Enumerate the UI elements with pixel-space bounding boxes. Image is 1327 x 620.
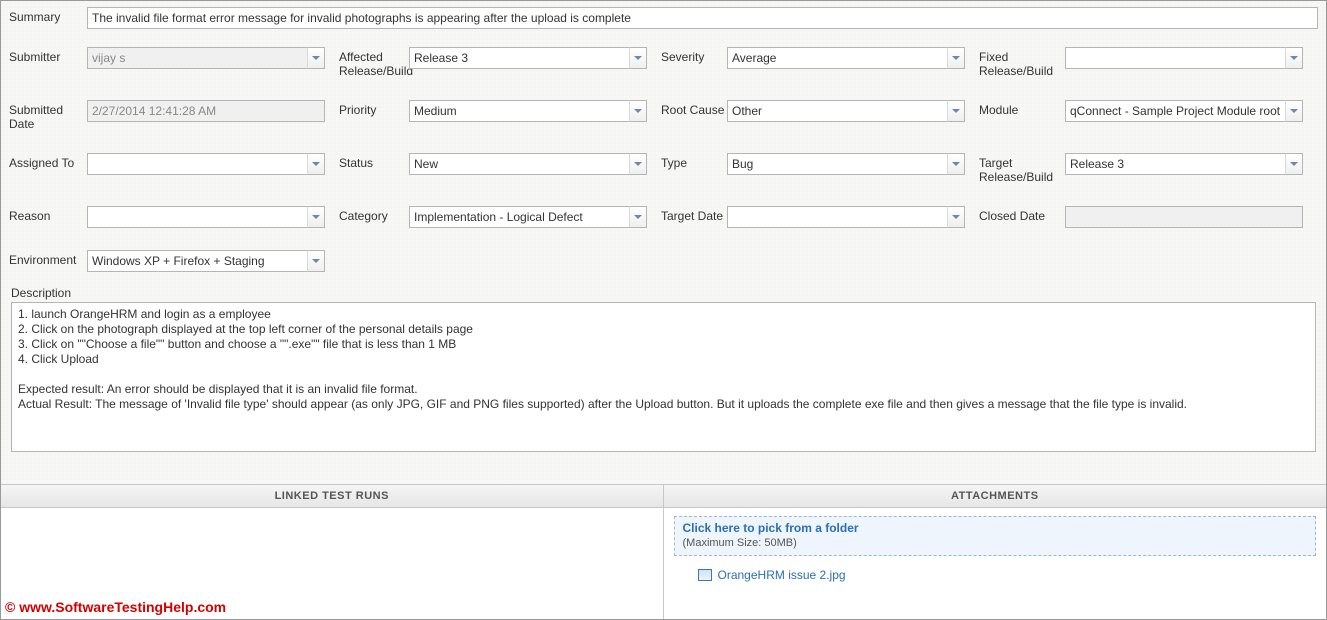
label-reason: Reason — [9, 206, 87, 223]
target-release-dropdown-button[interactable] — [1285, 153, 1303, 175]
label-status: Status — [325, 153, 409, 170]
chevron-down-icon — [312, 215, 320, 219]
target-date-input[interactable] — [727, 206, 947, 228]
attachment-link[interactable]: OrangeHRM issue 2.jpg — [718, 568, 846, 582]
fixed-release-dropdown-button[interactable] — [1285, 47, 1303, 69]
label-root-cause: Root Cause — [647, 100, 727, 117]
chevron-down-icon — [1290, 109, 1298, 113]
status-dropdown-button[interactable] — [629, 153, 647, 175]
chevron-down-icon — [1290, 56, 1298, 60]
label-category: Category — [325, 206, 409, 223]
root-cause-combo[interactable] — [727, 100, 947, 122]
chevron-down-icon — [634, 56, 642, 60]
priority-dropdown-button[interactable] — [629, 100, 647, 122]
closed-date-input — [1065, 206, 1303, 228]
chevron-down-icon — [312, 56, 320, 60]
label-description: Description — [9, 284, 1318, 302]
description-textarea[interactable]: 1. launch OrangeHRM and login as a emplo… — [11, 302, 1316, 452]
chevron-down-icon — [952, 162, 960, 166]
severity-dropdown-button[interactable] — [947, 47, 965, 69]
submitter-dropdown-button[interactable] — [307, 47, 325, 69]
label-environment: Environment — [9, 250, 87, 267]
label-module: Module — [965, 100, 1065, 117]
label-target-date: Target Date — [647, 206, 727, 223]
label-assigned-to: Assigned To — [9, 153, 87, 170]
reason-combo[interactable] — [87, 206, 307, 228]
category-combo[interactable] — [409, 206, 629, 228]
label-severity: Severity — [647, 47, 727, 64]
attachments-panel: ATTACHMENTS Click here to pick from a fo… — [664, 485, 1327, 619]
label-type: Type — [647, 153, 727, 170]
chevron-down-icon — [312, 162, 320, 166]
chevron-down-icon — [634, 215, 642, 219]
chevron-down-icon — [1290, 162, 1298, 166]
label-summary: Summary — [9, 7, 87, 24]
linked-test-runs-panel: LINKED TEST RUNS — [1, 485, 664, 619]
label-closed-date: Closed Date — [965, 206, 1065, 223]
attachment-drop-zone[interactable]: Click here to pick from a folder (Maximu… — [674, 516, 1317, 556]
status-combo[interactable] — [409, 153, 629, 175]
root-cause-dropdown-button[interactable] — [947, 100, 965, 122]
max-size-note: (Maximum Size: 50MB) — [683, 537, 797, 549]
chevron-down-icon — [952, 109, 960, 113]
chevron-down-icon — [952, 215, 960, 219]
priority-combo[interactable] — [409, 100, 629, 122]
target-date-picker-button[interactable] — [947, 206, 965, 228]
label-submitter: Submitter — [9, 47, 87, 64]
environment-combo[interactable] — [87, 250, 307, 272]
summary-input[interactable] — [87, 7, 1318, 29]
label-affected-release: Affected Release/Build — [325, 47, 409, 78]
submitter-combo — [87, 47, 307, 69]
reason-dropdown-button[interactable] — [307, 206, 325, 228]
label-fixed-release: Fixed Release/Build — [965, 47, 1065, 78]
severity-combo[interactable] — [727, 47, 947, 69]
pick-from-folder-link[interactable]: Click here to pick from a folder — [683, 521, 859, 535]
type-combo[interactable] — [727, 153, 947, 175]
environment-dropdown-button[interactable] — [307, 250, 325, 272]
assigned-to-dropdown-button[interactable] — [307, 153, 325, 175]
image-file-icon — [698, 569, 712, 581]
affected-release-dropdown-button[interactable] — [629, 47, 647, 69]
type-dropdown-button[interactable] — [947, 153, 965, 175]
chevron-down-icon — [634, 109, 642, 113]
category-dropdown-button[interactable] — [629, 206, 647, 228]
linked-test-runs-body — [1, 508, 663, 619]
target-release-combo[interactable] — [1065, 153, 1285, 175]
assigned-to-combo[interactable] — [87, 153, 307, 175]
label-priority: Priority — [325, 100, 409, 117]
attachment-row: OrangeHRM issue 2.jpg — [674, 568, 1317, 582]
label-submitted-date: Submitted Date — [9, 100, 87, 131]
chevron-down-icon — [952, 56, 960, 60]
chevron-down-icon — [634, 162, 642, 166]
affected-release-combo[interactable] — [409, 47, 629, 69]
module-dropdown-button[interactable] — [1285, 100, 1303, 122]
submitted-date-input — [87, 100, 325, 122]
module-combo[interactable] — [1065, 100, 1285, 122]
chevron-down-icon — [312, 259, 320, 263]
attachments-header: ATTACHMENTS — [664, 485, 1327, 508]
fixed-release-combo[interactable] — [1065, 47, 1285, 69]
label-target-release: Target Release/Build — [965, 153, 1065, 184]
linked-test-runs-header: LINKED TEST RUNS — [1, 485, 663, 508]
